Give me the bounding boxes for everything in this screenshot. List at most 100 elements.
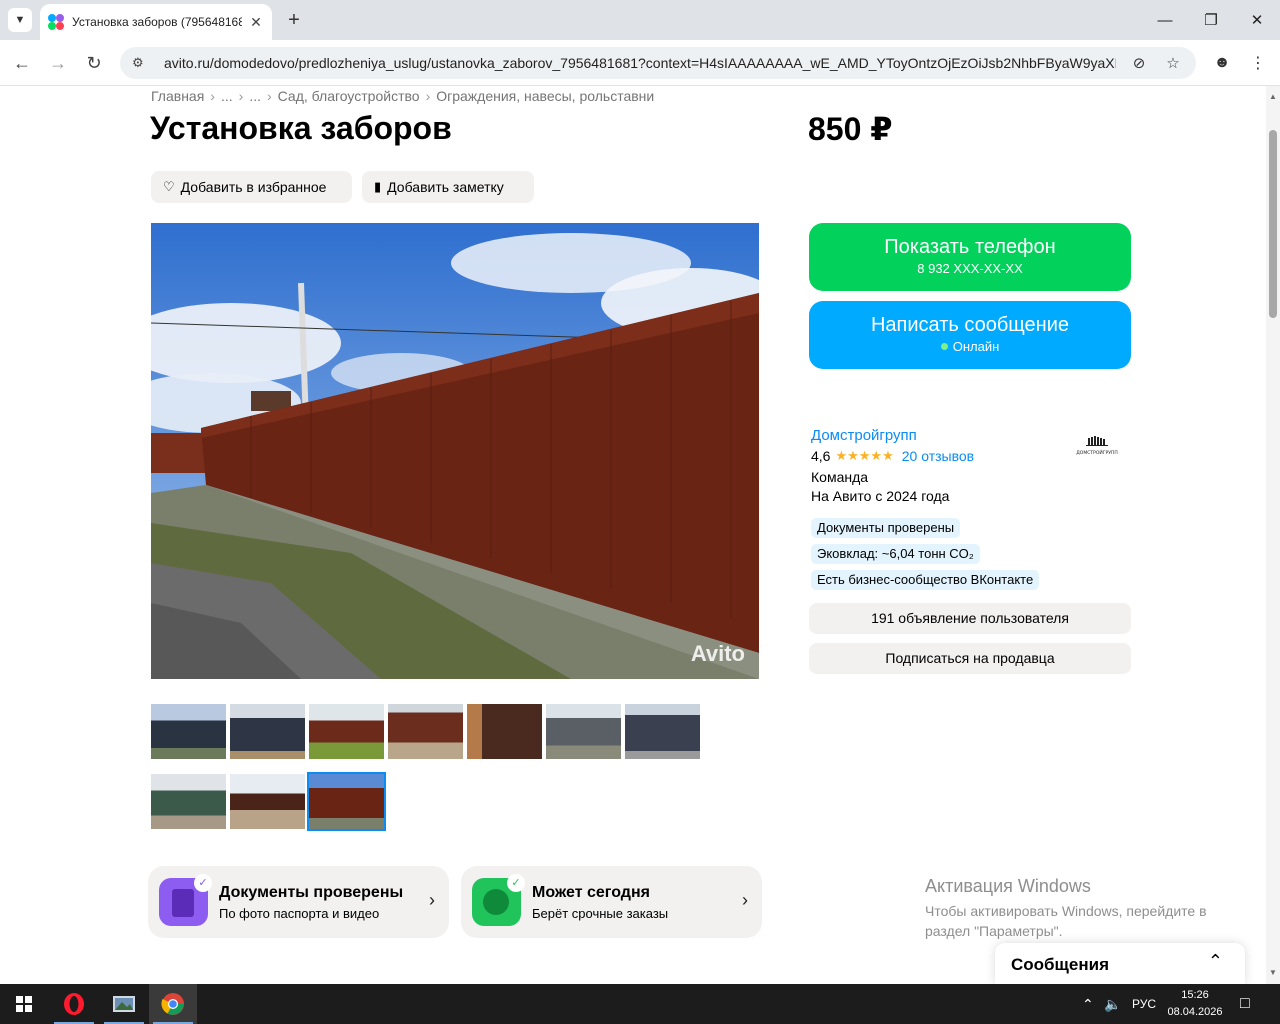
online-dot-icon <box>940 343 948 350</box>
card-title: Документы проверены <box>219 884 404 901</box>
photo-thumbnail[interactable] <box>546 704 621 759</box>
forward-icon[interactable]: → <box>45 50 71 76</box>
messages-label: Сообщения <box>1011 955 1109 974</box>
activation-line-1: Чтобы активировать Windows, перейдите в <box>925 903 1207 919</box>
reviews-link[interactable]: 20 отзывов <box>902 448 974 464</box>
write-message-label: Написать сообщение <box>870 314 1069 336</box>
note-icon: ▮ <box>374 179 382 194</box>
tab-close-icon[interactable]: ✕ <box>248 14 264 30</box>
clock-icon: ✓ <box>472 874 525 926</box>
add-note-label: Добавить заметку <box>387 179 504 195</box>
image-viewer-icon[interactable] <box>100 984 148 1024</box>
photo-thumbnail[interactable] <box>230 704 305 759</box>
messages-panel[interactable]: Сообщения ⌃ <box>995 943 1245 984</box>
breadcrumb-item[interactable]: Главная <box>151 88 204 104</box>
photo-thumbnail[interactable] <box>625 704 700 759</box>
photo-thumbnail[interactable] <box>467 704 542 759</box>
badge-eco-contribution[interactable]: Эковклад: ~6,04 тонн CO₂ <box>811 544 980 564</box>
breadcrumb-item[interactable]: ... <box>221 88 233 104</box>
write-message-button[interactable]: Написать сообщение Онлайн <box>809 301 1131 369</box>
user-listings-button[interactable]: 191 объявление пользователя <box>809 603 1131 634</box>
seller-since: На Авито с 2024 года <box>811 488 950 504</box>
breadcrumb-chevron-icon: › <box>238 88 244 104</box>
volume-muted-icon[interactable]: 🔈 <box>1104 984 1121 1024</box>
passport-icon: ✓ <box>159 874 212 926</box>
subscribe-seller-button[interactable]: Подписаться на продавца <box>809 643 1131 674</box>
bookmark-star-icon[interactable]: ☆ <box>1162 52 1184 74</box>
address-bar[interactable]: ⚙ avito.ru/domodedovo/predlozheniya_uslu… <box>120 47 1196 79</box>
breadcrumb-item[interactable]: Ограждения, навесы, рольставни <box>436 88 654 104</box>
breadcrumb-chevron-icon: › <box>266 88 272 104</box>
reload-icon[interactable]: ↻ <box>81 50 107 76</box>
scroll-thumb[interactable] <box>1269 130 1277 318</box>
seller-name-link[interactable]: Домстройгрупп <box>811 427 917 444</box>
heart-icon: ♡ <box>163 179 175 194</box>
chevron-right-icon: › <box>429 890 435 910</box>
breadcrumb-chevron-icon: › <box>425 88 431 104</box>
browser-toolbar: ← → ↻ ⚙ avito.ru/domodedovo/predlozheniy… <box>0 40 1280 86</box>
page-scrollbar[interactable]: ▲ ▼ <box>1266 86 1280 984</box>
tab-search-chevron-icon[interactable]: ▼ <box>8 8 32 32</box>
photo-thumbnail[interactable] <box>388 704 463 759</box>
seller-logo[interactable]: ДОМСТРОЙГРУПП <box>1066 430 1128 460</box>
site-settings-icon[interactable]: ⚙ <box>132 55 150 71</box>
badge-documents-verified[interactable]: Документы проверены <box>811 518 961 538</box>
card-subtitle: Берёт срочные заказы <box>532 906 669 921</box>
chevron-up-icon[interactable]: ⌃ <box>1208 951 1223 972</box>
tab-title: Установка заборов (7956481681) <box>72 15 242 29</box>
photo-thumbnail[interactable] <box>309 704 384 759</box>
show-phone-label: Показать телефон <box>884 236 1056 258</box>
page-content: Главная › ... › ... › Сад, благоустройст… <box>0 86 1266 984</box>
online-status: Онлайн <box>952 339 1000 354</box>
browser-tab-bar: ▼ Установка заборов (7956481681) ✕ + — ❐… <box>0 0 1280 40</box>
avito-watermark: Avito <box>690 641 745 666</box>
card-title: Может сегодня <box>532 884 650 901</box>
breadcrumb: Главная › ... › ... › Сад, благоустройст… <box>151 88 654 104</box>
browser-tab-active[interactable]: Установка заборов (7956481681) ✕ <box>40 4 272 40</box>
scroll-down-icon[interactable]: ▼ <box>1268 968 1278 977</box>
windows-activation-notice: Активация Windows Чтобы активировать Win… <box>925 876 1207 941</box>
system-clock[interactable]: 15:26 08.04.2026 <box>1160 987 1230 1021</box>
show-phone-button[interactable]: Показать телефон 8 932 XXX-XX-XX <box>809 223 1131 291</box>
clock-time: 15:26 <box>1181 989 1209 1001</box>
close-window-icon[interactable]: ✕ <box>1234 0 1280 40</box>
price: 850 ₽ <box>808 111 893 147</box>
card-subtitle: По фото паспорта и видео <box>219 906 380 921</box>
more-menu-icon[interactable]: ⋮ <box>1245 50 1271 76</box>
breadcrumb-item[interactable]: Сад, благоустройство <box>278 88 420 104</box>
windows-start-icon[interactable] <box>0 984 48 1024</box>
add-note-button[interactable]: ▮ Добавить заметку <box>362 171 534 203</box>
chrome-icon[interactable] <box>149 984 197 1024</box>
minimize-icon[interactable]: — <box>1142 0 1188 40</box>
url-text[interactable]: avito.ru/domodedovo/predlozheniya_uslug/… <box>164 55 1116 71</box>
restore-icon[interactable]: ❐ <box>1188 0 1234 40</box>
scroll-up-icon[interactable]: ▲ <box>1268 92 1278 101</box>
rating-value: 4,6 <box>811 448 831 464</box>
documents-verified-card[interactable]: ✓ Документы проверены По фото паспорта и… <box>148 866 449 938</box>
breadcrumb-item[interactable]: ... <box>249 88 261 104</box>
back-icon[interactable]: ← <box>9 50 35 76</box>
windows-taskbar: ⌃ 🔈 РУС 15:26 08.04.2026 □ <box>0 984 1280 1024</box>
badge-vk-community[interactable]: Есть бизнес-сообщество ВКонтакте <box>811 570 1040 590</box>
photo-thumbnail[interactable] <box>151 774 226 829</box>
language-indicator[interactable]: РУС <box>1132 984 1156 1024</box>
main-photo[interactable]: Avito <box>151 223 759 679</box>
clock-date: 08.04.2026 <box>1167 1006 1223 1018</box>
notifications-icon[interactable]: □ <box>1240 984 1250 1024</box>
can-today-card[interactable]: ✓ Может сегодня Берёт срочные заказы › <box>461 866 762 938</box>
check-icon: ✓ <box>194 874 212 892</box>
add-favorite-button[interactable]: ♡ Добавить в избранное <box>151 171 352 203</box>
check-icon: ✓ <box>507 874 525 892</box>
location-off-icon[interactable]: ⊘ <box>1128 52 1150 74</box>
new-tab-button[interactable]: + <box>282 8 306 32</box>
profile-icon[interactable]: ☻ <box>1209 50 1235 76</box>
seller-rating: 4,6 ★★★★★ 20 отзывов <box>811 448 974 464</box>
tray-overflow-chevron-icon[interactable]: ⌃ <box>1082 984 1094 1024</box>
photo-thumbnail[interactable] <box>151 704 226 759</box>
opera-icon[interactable] <box>50 984 98 1024</box>
photo-thumbnail[interactable] <box>230 774 305 829</box>
seller-type: Команда <box>811 469 869 485</box>
activation-line-2: раздел "Параметры". <box>925 923 1063 939</box>
photo-thumbnail-selected[interactable] <box>307 772 386 831</box>
fence-photo <box>151 223 759 679</box>
